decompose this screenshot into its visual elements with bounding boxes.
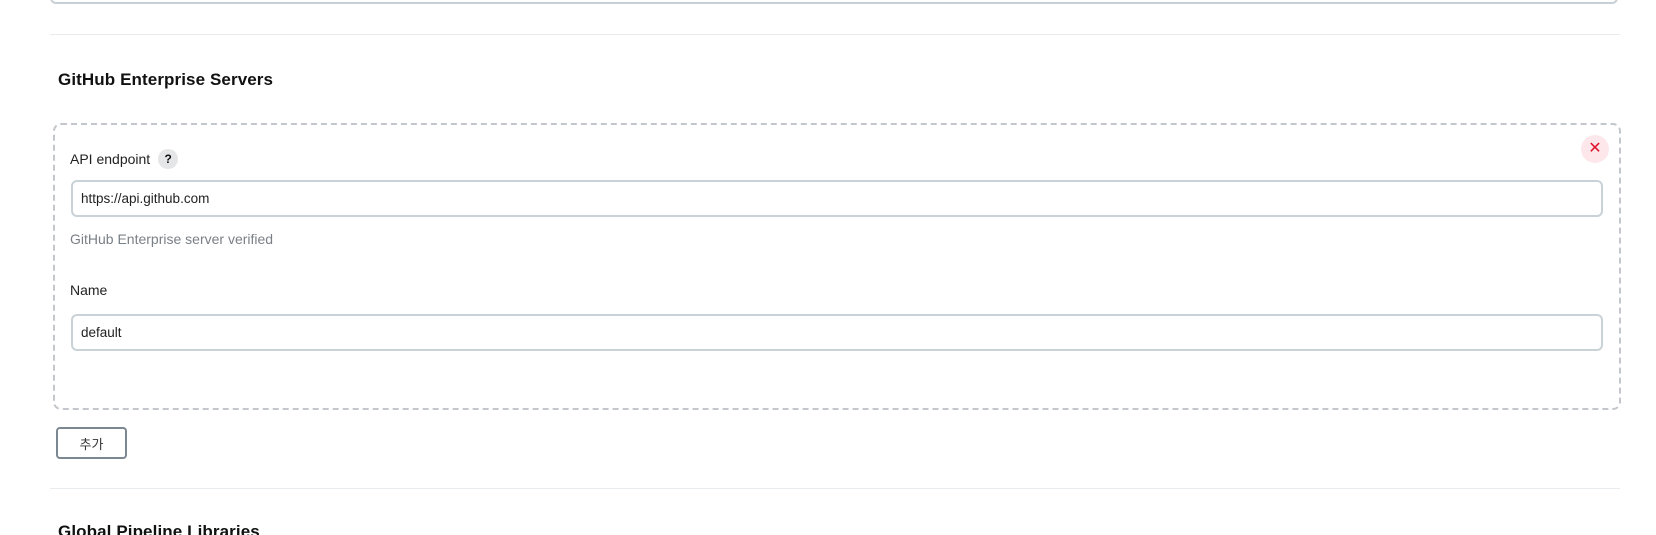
api-endpoint-label-row: API endpoint ? (70, 149, 179, 169)
api-endpoint-label: API endpoint (70, 151, 151, 167)
github-enterprise-server-block: ✕ API endpoint ? GitHub Enterprise serve… (53, 123, 1621, 410)
section-title-github-enterprise: GitHub Enterprise Servers (58, 70, 274, 89)
name-label-row: Name (70, 282, 107, 298)
section-divider (50, 488, 1620, 489)
name-label: Name (70, 282, 108, 298)
section-divider (50, 34, 1620, 35)
close-icon: ✕ (1588, 140, 1602, 157)
add-server-button[interactable]: 추가 (56, 427, 127, 459)
section-title-global-pipeline-libraries: Global Pipeline Libraries (58, 522, 260, 535)
previous-field-bottom (50, 0, 1618, 4)
name-input[interactable] (71, 314, 1603, 351)
delete-server-button[interactable]: ✕ (1581, 135, 1609, 163)
help-icon[interactable]: ? (158, 149, 179, 169)
api-endpoint-input[interactable] (71, 180, 1603, 217)
verification-status: GitHub Enterprise server verified (70, 231, 274, 247)
jenkins-config-page: GitHub Enterprise Servers ✕ API endpoint… (0, 0, 1656, 535)
